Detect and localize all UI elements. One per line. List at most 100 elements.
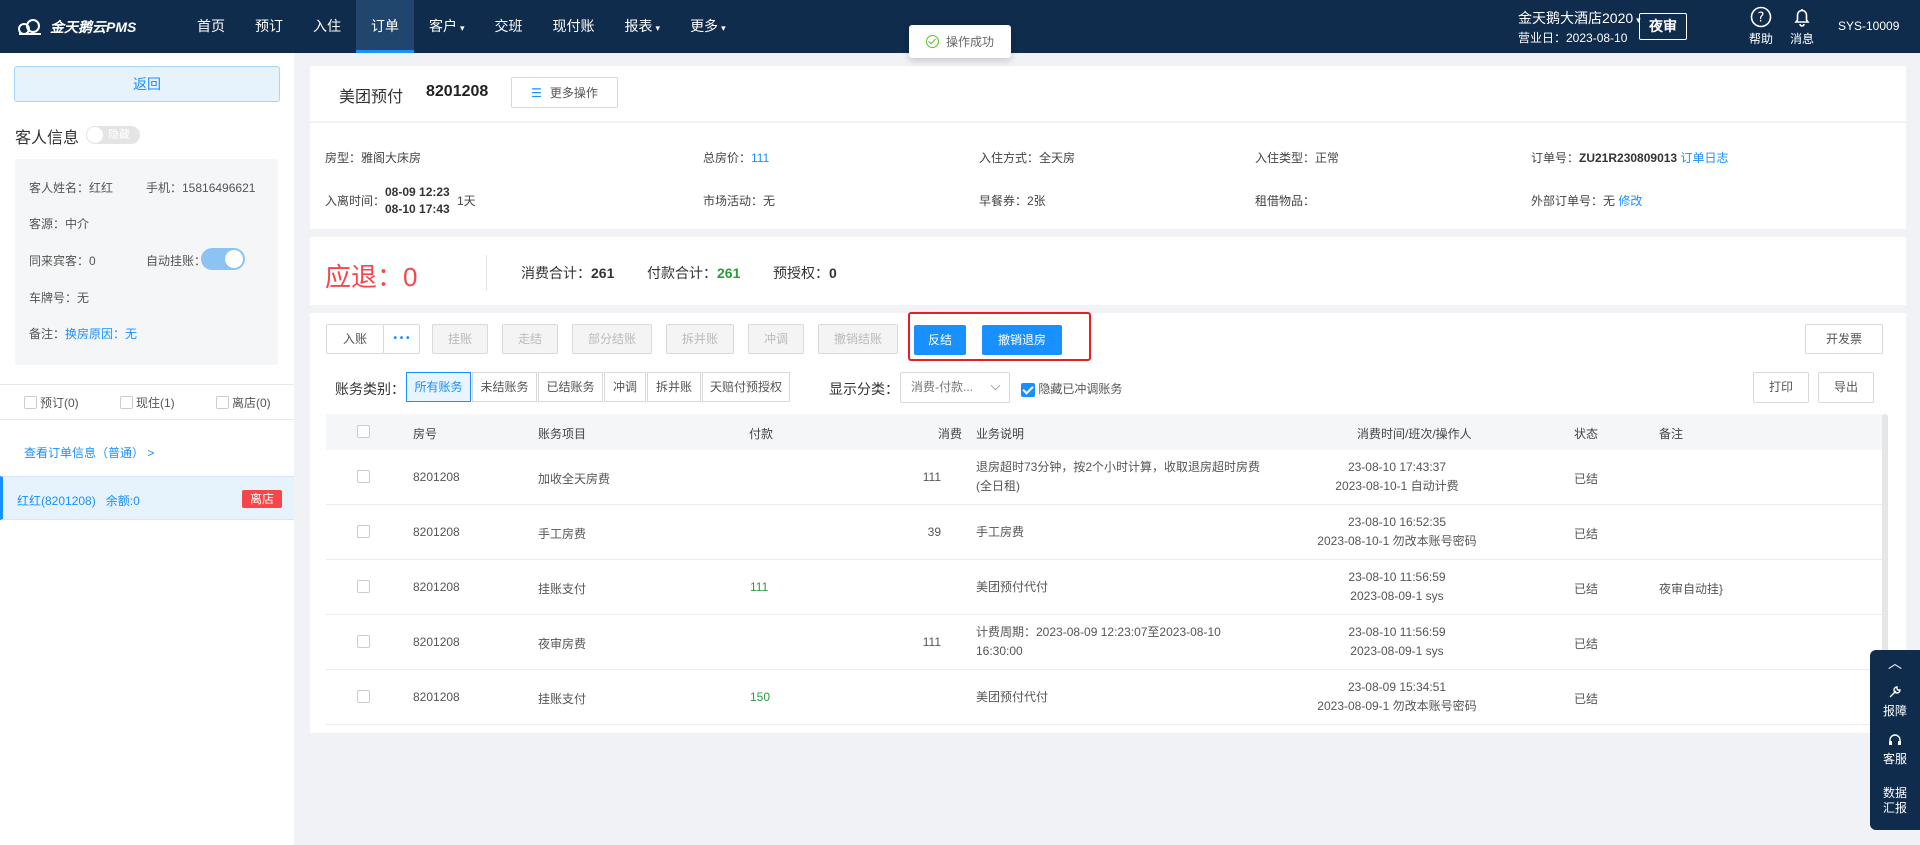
- row-checkbox[interactable]: [357, 525, 370, 538]
- row-checkbox[interactable]: [357, 580, 370, 593]
- view-order-info-link[interactable]: 查看订单信息（普通） >: [24, 444, 154, 461]
- print-button[interactable]: 打印: [1753, 372, 1809, 403]
- filter-adjust[interactable]: 冲调: [604, 372, 646, 402]
- cell-pay: 150: [750, 690, 771, 704]
- status-departed[interactable]: 离店(0): [216, 394, 271, 411]
- cell-room: 8201208: [413, 635, 460, 649]
- filter-unsettled[interactable]: 未结账务: [472, 372, 537, 402]
- cell-desc: 退房超时73分钟，按2个小时计算，收取退房超时房费(全日租): [976, 460, 1261, 493]
- pay-total-label: 付款合计：: [647, 265, 717, 281]
- col-remark: 备注: [1659, 427, 1684, 441]
- table-row[interactable]: 8201208 挂账支付 150 美团预付代付 23-08-09 15:34:51 202…: [326, 670, 1884, 725]
- toast-text: 操作成功: [945, 35, 994, 49]
- checkbox-checked[interactable]: [1021, 382, 1035, 397]
- export-button[interactable]: 导出: [1818, 372, 1874, 403]
- cell-time: 23-08-10 17:43:37 2023-08-10-1 自动计费: [1286, 458, 1508, 496]
- post-charge-button[interactable]: 入账: [326, 324, 384, 354]
- checkbox[interactable]: [24, 395, 37, 409]
- cancel-settle-button[interactable]: 撤销结账: [818, 324, 898, 354]
- nav-item-7[interactable]: 报表 ▾: [610, 0, 676, 53]
- filter-all[interactable]: 所有账务: [406, 372, 471, 402]
- guest-info-title: 客人信息: [15, 130, 80, 147]
- more-dots-button[interactable]: • • •: [383, 324, 420, 354]
- hide-adjust-checkbox[interactable]: 隐藏已冲调账务: [1021, 380, 1122, 397]
- table-row[interactable]: 8201208 手工房费 39 手工房费 23-08-10 16:52:35 2023-0…: [326, 505, 1884, 560]
- remark-link[interactable]: 换房原因：无: [65, 327, 137, 341]
- divider: [486, 255, 487, 291]
- room-guest: 红红(8201208): [17, 494, 96, 508]
- checkbox[interactable]: [216, 395, 229, 409]
- partial-settle-button[interactable]: 部分结账: [572, 324, 652, 354]
- invoice-button[interactable]: 开发票: [1805, 324, 1883, 354]
- table-row[interactable]: 8201208 加收全天房费 111 退房超时73分钟，按2个小时计算，收取退房超时房…: [326, 450, 1884, 505]
- hide-guest-toggle[interactable]: 隐藏: [86, 126, 140, 144]
- filter-settled[interactable]: 已结账务: [538, 372, 603, 402]
- nav-item-2[interactable]: 入住: [298, 0, 356, 53]
- svg-text:?: ?: [1758, 11, 1765, 26]
- companions: 同来宾客：0: [29, 254, 96, 268]
- settle-button[interactable]: 走结: [502, 324, 558, 354]
- auto-hang-toggle[interactable]: [201, 248, 245, 270]
- select-all-checkbox[interactable]: [357, 425, 370, 438]
- back-button[interactable]: 返回: [14, 66, 280, 102]
- preauth-label: 预授权：: [773, 265, 829, 281]
- refund-due: 应退：0: [325, 257, 417, 294]
- col-consume: 消费: [938, 427, 963, 441]
- cell-time: 23-08-10 16:52:35 2023-08-10-1 勿改本账号密码: [1286, 513, 1508, 551]
- accounts-table: 房号 账务项目 付款 消费 业务说明 消费时间/班次/操作人 状态 备注 820…: [326, 414, 1884, 725]
- cell-time-2: 2023-08-09-1 sys: [1350, 589, 1444, 603]
- user-menu[interactable]: SYS-10009: [1838, 19, 1899, 33]
- data-report-button[interactable]: 数据 汇报: [1870, 786, 1920, 816]
- consume-total-label: 消费合计：: [521, 265, 591, 281]
- more-operations-button[interactable]: ☰ 更多操作: [511, 77, 618, 108]
- help-button[interactable]: ? 帮助: [1745, 6, 1777, 47]
- wrench-icon: [1889, 686, 1901, 698]
- cell-consume: 111: [922, 470, 941, 484]
- cell-room: 8201208: [413, 690, 460, 704]
- guest-room-item[interactable]: 红红(8201208) 余额:0 离店: [0, 476, 294, 520]
- customer-service-label: 客服: [1882, 752, 1907, 766]
- collapse-button[interactable]: ︿: [1870, 656, 1920, 672]
- checkbox[interactable]: [120, 395, 133, 409]
- cell-pay: 111: [750, 580, 769, 594]
- row-checkbox[interactable]: [357, 635, 370, 648]
- total-price[interactable]: 111: [751, 151, 769, 165]
- row-checkbox[interactable]: [357, 690, 370, 703]
- table-row[interactable]: 8201208 挂账支付 111 美团预付代付 23-08-10 11:56:59 202…: [326, 560, 1884, 615]
- bell-icon: [1794, 9, 1810, 27]
- consume-total: 261: [591, 265, 615, 281]
- highlight-box: [908, 312, 1091, 361]
- edit-external-order-link[interactable]: 修改: [1618, 194, 1642, 208]
- nav-item-1[interactable]: 预订: [240, 0, 298, 53]
- report-fault-button[interactable]: 报障: [1870, 684, 1920, 719]
- main-nav: 首页 预订 入住 订单 客户 ▾ 交班 现付账 报表 ▾ 更多 ▾: [182, 0, 741, 53]
- hotel-selector[interactable]: 金天鹅大酒店2020 ▾ 营业日：2023-08-10: [1518, 9, 1641, 47]
- nav-item-0[interactable]: 首页: [182, 0, 240, 53]
- breakfast-coupons: 早餐券：2张: [979, 194, 1046, 208]
- cell-time: 23-08-09 15:34:51 2023-08-09-1 勿改本账号密码: [1286, 678, 1508, 716]
- nav-item-4[interactable]: 客户 ▾: [414, 0, 480, 53]
- customer-service-button[interactable]: 客服: [1870, 732, 1920, 767]
- status-reserved[interactable]: 预订(0): [24, 394, 79, 411]
- order-log-link[interactable]: 订单日志: [1680, 151, 1728, 165]
- split-merge-button[interactable]: 拆并账: [666, 324, 734, 354]
- display-select[interactable]: 消费-付款...: [900, 372, 1010, 403]
- nav-item-3[interactable]: 订单: [356, 0, 414, 53]
- status-staying[interactable]: 现住(1): [120, 394, 175, 411]
- cloud-logo-icon: [18, 19, 41, 35]
- filter-split[interactable]: 拆并账: [647, 372, 701, 402]
- row-checkbox[interactable]: [357, 470, 370, 483]
- guest-info-panel: 客人姓名：红红 手机：15816496621 客源：中介 同来宾客：0 自动挂账…: [15, 159, 278, 365]
- headset-icon: [1889, 734, 1901, 745]
- app-logo[interactable]: 金天鹅云PMS: [16, 17, 136, 37]
- table-row[interactable]: 8201208 夜审房费 111 计费周期：2023-08-09 12:23:07至2…: [326, 615, 1884, 670]
- nav-item-8[interactable]: 更多 ▾: [675, 0, 741, 53]
- chevron-up-icon: ︿: [1888, 655, 1902, 671]
- nav-item-5[interactable]: 交班: [480, 0, 538, 53]
- messages-button[interactable]: 消息: [1786, 6, 1818, 47]
- night-audit-button[interactable]: 夜审: [1639, 13, 1687, 40]
- adjust-button[interactable]: 冲调: [748, 324, 804, 354]
- hang-account-button[interactable]: 挂账: [432, 324, 488, 354]
- filter-preauth[interactable]: 天赔付预授权: [702, 372, 790, 402]
- nav-item-6[interactable]: 现付账: [538, 0, 610, 53]
